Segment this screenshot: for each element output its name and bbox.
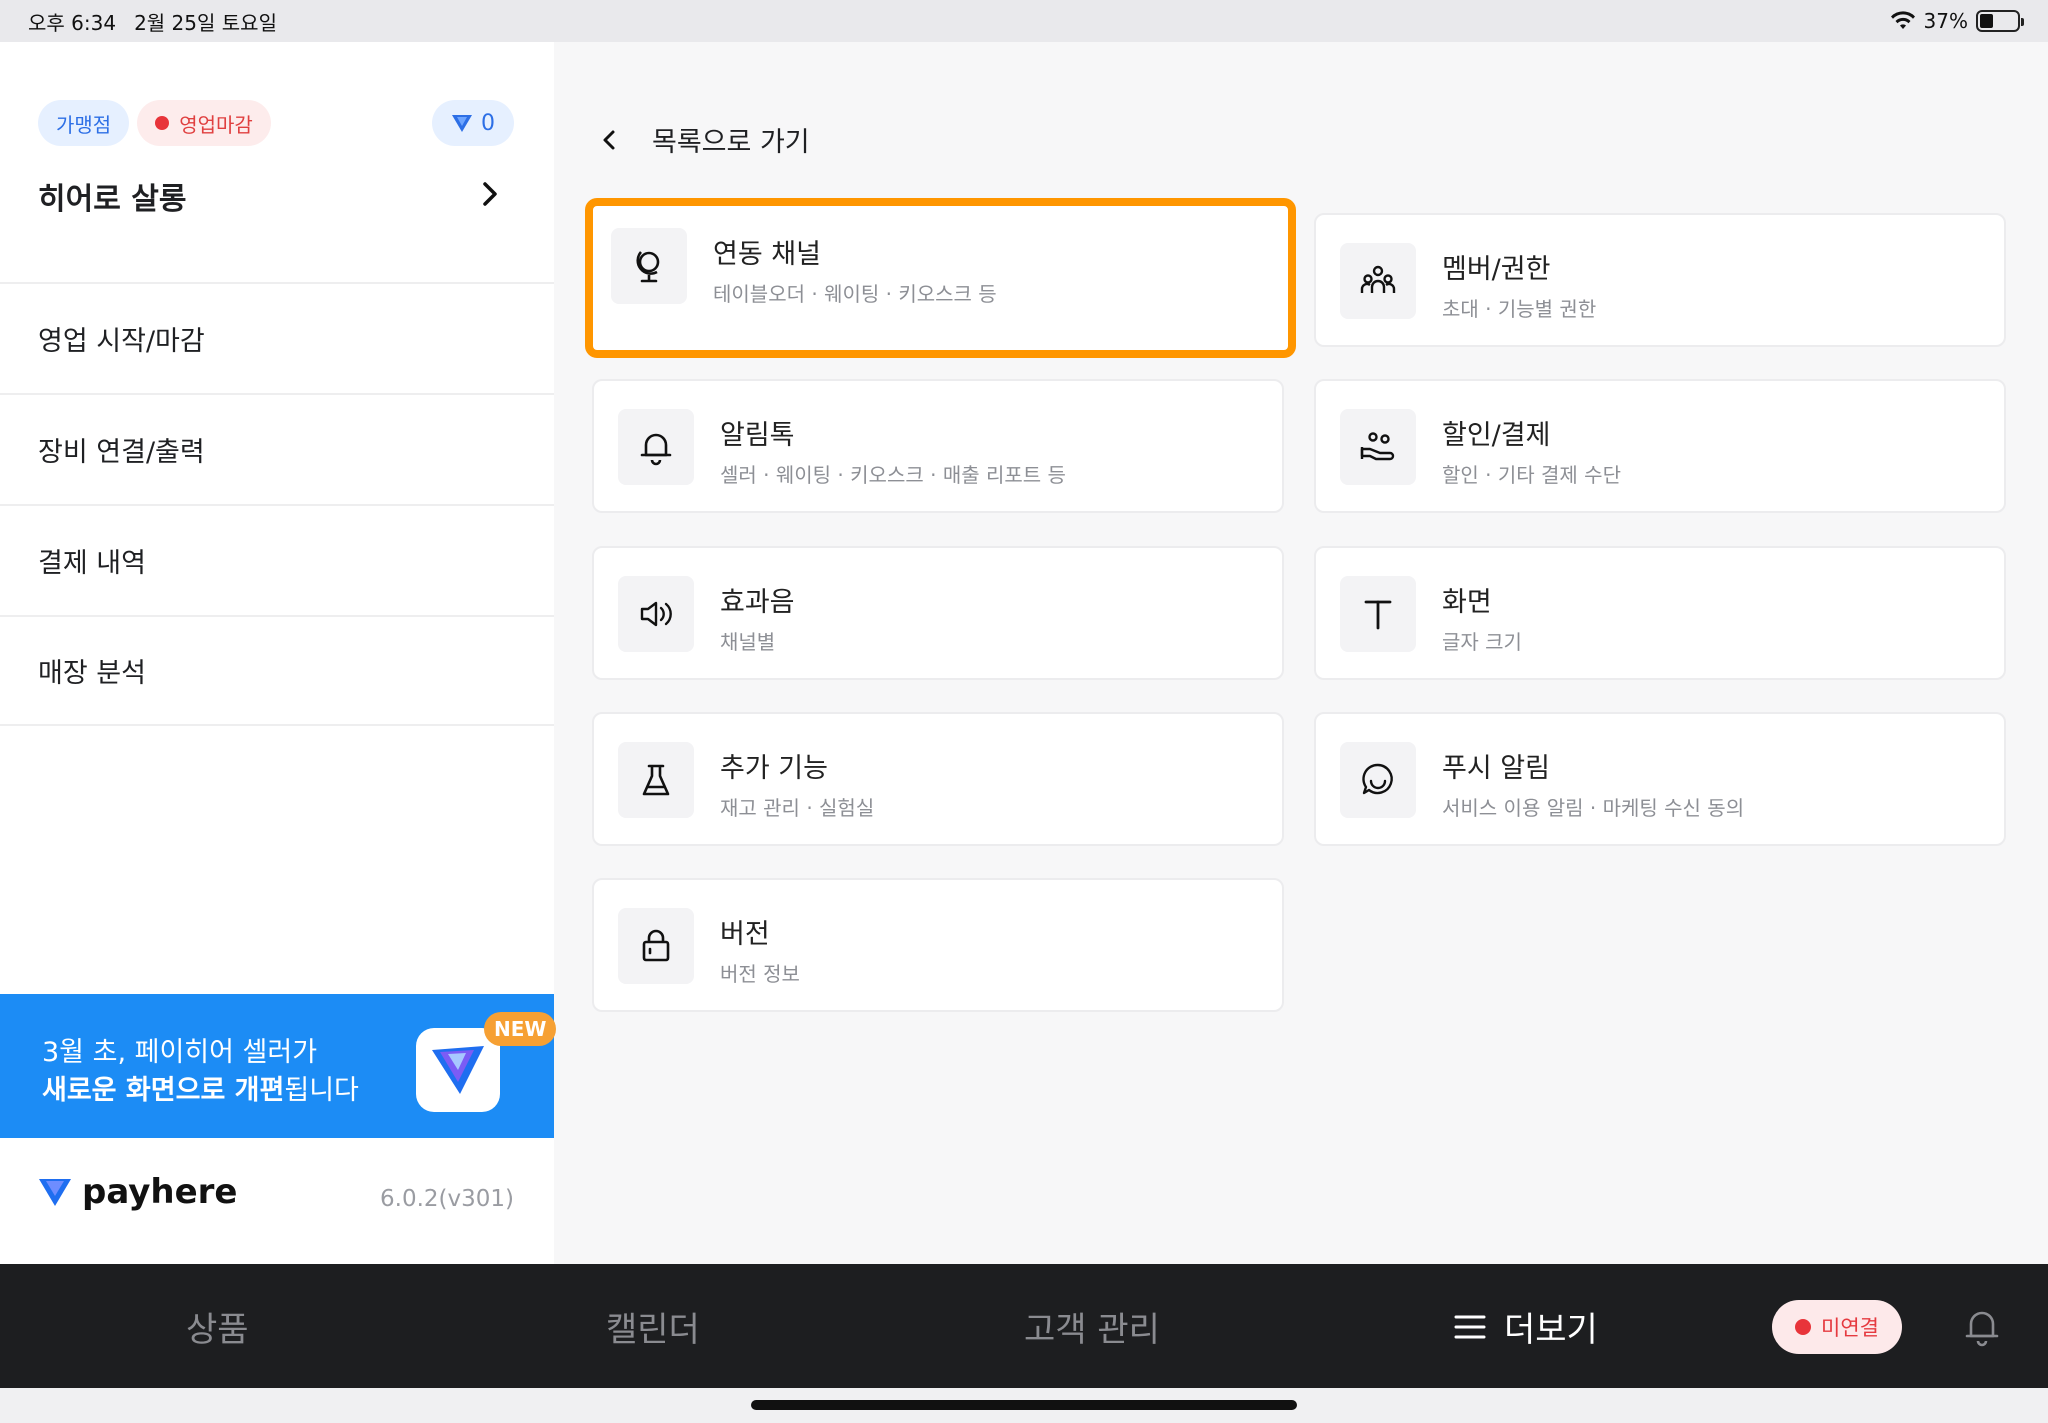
battery-icon: [1976, 10, 2024, 32]
icon-box: [1340, 409, 1416, 485]
text-size-icon: [1364, 600, 1392, 630]
banner-line2-bold: 새로운 화면으로 개편: [42, 1075, 285, 1106]
card-title: 푸시 알림: [1442, 753, 1550, 784]
points-value: 0: [481, 110, 495, 136]
settings-card-version[interactable]: 버전 버전 정보: [592, 878, 1284, 1012]
home-indicator-area: [0, 1388, 2048, 1423]
settings-card-extra-features[interactable]: 추가 기능 재고 관리 · 실험실: [592, 712, 1284, 846]
status-dot-icon: [155, 116, 170, 130]
members-icon: [1360, 265, 1396, 293]
settings-card-sound-effects[interactable]: 효과음 채널별: [592, 546, 1284, 680]
globe-icon: [636, 251, 660, 283]
status-bar: 오후 6:34 2월 25일 토요일 37%: [0, 0, 2048, 42]
settings-card-discount-payment[interactable]: 할인/결제 할인 · 기타 결제 수단: [1314, 379, 2006, 513]
card-subtitle: 할인 · 기타 결제 수단: [1442, 463, 1621, 487]
card-subtitle: 재고 관리 · 실험실: [720, 796, 875, 820]
payhere-logo-icon: [39, 1179, 71, 1206]
status-right: 37%: [1890, 9, 2024, 33]
business-status-label: 영업마감: [179, 112, 253, 137]
new-badge: NEW: [484, 1012, 557, 1046]
chevron-right-icon[interactable]: [476, 180, 504, 208]
card-subtitle: 글자 크기: [1442, 630, 1522, 654]
chat-smile-icon: [1362, 763, 1393, 795]
tab-calendar[interactable]: 캘린더: [606, 1302, 700, 1351]
tab-more[interactable]: 더보기: [1454, 1302, 1598, 1351]
card-subtitle: 초대 · 기능별 권한: [1442, 297, 1597, 321]
wifi-icon: [1890, 11, 1915, 29]
card-title: 효과음: [720, 587, 795, 618]
icon-box: [618, 908, 694, 984]
bell-icon[interactable]: [1962, 1306, 2002, 1348]
battery-percent: 37%: [1923, 9, 1968, 33]
flask-icon: [642, 764, 670, 796]
payhere-brand: payhere: [38, 1172, 238, 1212]
status-date: 2월 25일 토요일: [134, 10, 277, 35]
connection-status-label: 미연결: [1821, 1316, 1879, 1340]
icon-box: [1340, 742, 1416, 818]
business-status-chip[interactable]: 영업마감: [137, 100, 271, 146]
icon-box: [618, 409, 694, 485]
sidebar-item-store-analytics[interactable]: 매장 분석: [0, 615, 554, 726]
tab-customers[interactable]: 고객 관리: [1024, 1302, 1160, 1351]
card-title: 추가 기능: [720, 753, 828, 784]
banner-line1: 3월 초, 페이히어 셀러가: [42, 1037, 318, 1068]
settings-card-alimtalk[interactable]: 알림톡 셀러 · 웨이팅 · 키오스크 · 매출 리포트 등: [592, 379, 1284, 513]
settings-card-integration[interactable]: 연동 채널 테이블오더 · 웨이팅 · 키오스크 등: [585, 198, 1296, 358]
payhere-logo-icon: [452, 115, 472, 132]
store-chips: 가맹점 영업마감: [38, 100, 271, 146]
card-subtitle: 테이블오더 · 웨이팅 · 키오스크 등: [713, 282, 997, 306]
settings-card-display[interactable]: 화면 글자 크기: [1314, 546, 2006, 680]
status-dot-icon: [1795, 1319, 1812, 1335]
brand-name: payhere: [82, 1172, 238, 1212]
sidebar-menu: 영업 시작/마감 장비 연결/출력 결제 내역 매장 분석: [0, 282, 554, 726]
icon-box: [618, 576, 694, 652]
sidebar-item-payment-history[interactable]: 결제 내역: [0, 504, 554, 615]
settings-card-push-notifications[interactable]: 푸시 알림 서비스 이용 알림 · 마케팅 수신 동의: [1314, 712, 2006, 846]
card-subtitle: 채널별: [720, 630, 776, 654]
banner-line2-rest: 됩니다: [284, 1075, 359, 1106]
renewal-banner[interactable]: 3월 초, 페이히어 셀러가 새로운 화면으로 개편됩니다 NEW: [0, 994, 557, 1138]
card-title: 멤버/권한: [1442, 254, 1551, 285]
icon-box: [1340, 576, 1416, 652]
card-subtitle: 서비스 이용 알림 · 마케팅 수신 동의: [1442, 796, 1745, 820]
icon-box: [1340, 243, 1416, 319]
card-title: 화면: [1442, 587, 1492, 618]
connection-status-button[interactable]: 미연결: [1772, 1300, 1902, 1354]
banner-line2: 새로운 화면으로 개편됩니다: [42, 1068, 359, 1107]
tab-more-label: 더보기: [1504, 1310, 1598, 1350]
payhere-app-icon: [416, 1028, 500, 1112]
icon-box: [611, 228, 687, 304]
back-label: 목록으로 가기: [652, 127, 810, 158]
sidebar-item-business-open-close[interactable]: 영업 시작/마감: [0, 282, 554, 393]
card-title: 연동 채널: [713, 239, 821, 270]
chevron-left-icon: [603, 130, 615, 149]
settings-card-members[interactable]: 멤버/권한 초대 · 기능별 권한: [1314, 213, 2006, 347]
speaker-icon: [640, 601, 672, 627]
bell-icon: [640, 433, 672, 466]
payment-hand-icon: [1360, 432, 1395, 461]
card-title: 할인/결제: [1442, 420, 1551, 451]
status-time: 오후 6:34: [28, 10, 117, 35]
tab-products[interactable]: 상품: [186, 1302, 249, 1351]
card-title: 알림톡: [720, 420, 795, 451]
lock-icon: [642, 929, 670, 962]
icon-box: [618, 742, 694, 818]
bottom-tab-bar: 상품 캘린더 고객 관리 더보기 미연결: [0, 1264, 2048, 1388]
store-name[interactable]: 히어로 살롱: [38, 174, 186, 218]
card-title: 버전: [720, 919, 770, 950]
back-to-list[interactable]: 목록으로 가기: [598, 120, 810, 159]
sidebar: 가맹점 영업마감 0 히어로 살롱 영업 시작/마감 장비 연결/출력 결제 내…: [0, 42, 557, 1264]
hamburger-menu-icon: [1454, 1315, 1486, 1338]
sidebar-item-device-connection[interactable]: 장비 연결/출력: [0, 393, 554, 504]
app-version: 6.0.2(v301): [380, 1186, 514, 1212]
points-chip[interactable]: 0: [432, 100, 514, 146]
card-subtitle: 셀러 · 웨이팅 · 키오스크 · 매출 리포트 등: [720, 463, 1066, 487]
home-indicator[interactable]: [751, 1400, 1297, 1410]
card-subtitle: 버전 정보: [720, 962, 800, 986]
store-type-chip: 가맹점: [38, 100, 130, 146]
